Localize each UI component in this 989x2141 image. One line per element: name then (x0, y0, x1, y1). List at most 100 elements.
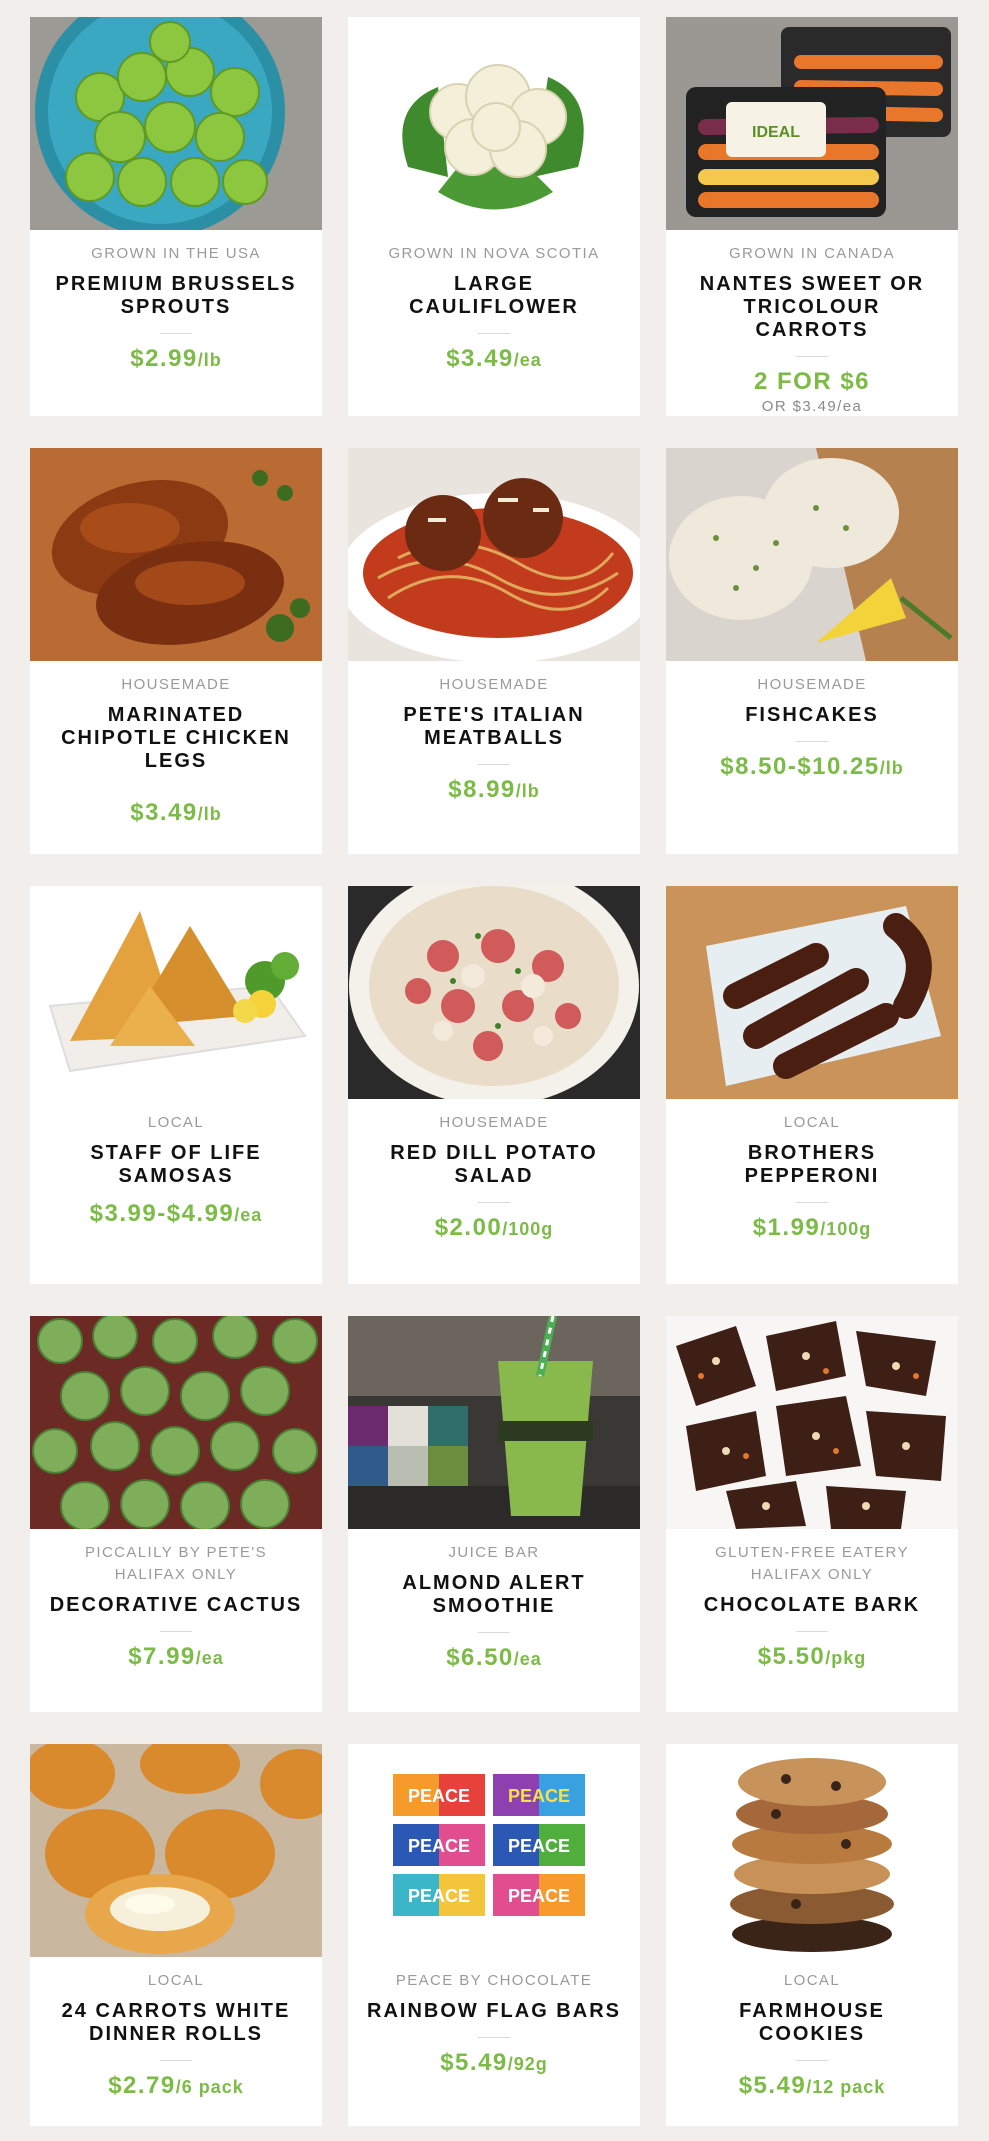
bar-label: PEACE (408, 1886, 470, 1906)
carrots-image: IDEAL (666, 17, 958, 230)
product-price: $3.49/ea (366, 344, 622, 375)
cactus-image (30, 1316, 322, 1529)
product-price: $2.00/100g (366, 1213, 622, 1244)
product-card-meatballs[interactable]: HOUSEMADE PETE'S ITALIAN MEATBALLS $8.99… (348, 448, 640, 854)
product-title[interactable]: LARGE CAULIFLOWER (366, 273, 622, 319)
price-unit: /100g (502, 1219, 554, 1239)
divider (796, 2060, 828, 2061)
price-amount: $3.49 (130, 799, 198, 826)
product-card-samosas[interactable]: LOCAL STAFF OF LIFE SAMOSAS $3.99-$4.99/… (30, 886, 322, 1284)
bar-label: PEACE (408, 1836, 470, 1856)
product-origin: PICCALILY BY PETE'S (84, 1544, 268, 1561)
product-origin: LOCAL (783, 1114, 841, 1131)
product-card-cookies[interactable]: LOCAL FARMHOUSE COOKIES $5.49/12 pack (666, 1744, 958, 2126)
price-unit: /lb (515, 781, 540, 801)
price-amount: $3.99-$4.99 (89, 1200, 235, 1227)
samosas-image (30, 886, 322, 1099)
bar-label: PEACE (508, 1836, 570, 1856)
product-title[interactable]: NANTES SWEET OR TRICOLOUR CARROTS (684, 273, 940, 342)
product-title[interactable]: BROTHERS PEPPERONI (684, 1142, 940, 1188)
product-card-brussels-sprouts[interactable]: GROWN IN THE USA PREMIUM BRUSSELS SPROUT… (30, 17, 322, 416)
price-amount: $7.99 (128, 1643, 196, 1670)
chocolate-bark-image (666, 1316, 958, 1529)
rainbow-bars-image: PEACE PEACE PEACE PEACE PEACE PEACE (348, 1744, 640, 1957)
product-origin: HOUSEMADE (439, 676, 549, 693)
price-unit: /100g (820, 1219, 872, 1239)
price-unit: /pkg (825, 1648, 867, 1668)
product-price: $3.49/lb (48, 798, 304, 829)
product-origin: LOCAL (147, 1114, 205, 1131)
price-amount: $2.00 (434, 1214, 503, 1241)
price-unit: /ea (195, 1648, 224, 1668)
price-unit: /lb (197, 804, 222, 824)
price-amount: $8.99 (448, 776, 516, 803)
product-card-pepperoni[interactable]: LOCAL BROTHERS PEPPERONI $1.99/100g (666, 886, 958, 1284)
alternate-price: OR $3.49/ea (761, 398, 863, 415)
product-card-chocolate-bark[interactable]: GLUTEN-FREE EATERY HALIFAX ONLY CHOCOLAT… (666, 1316, 958, 1712)
product-card-chicken-legs[interactable]: HOUSEMADE MARINATED CHIPOTLE CHICKEN LEG… (30, 448, 322, 854)
divider (796, 356, 828, 357)
cookies-image (666, 1744, 958, 1957)
product-title[interactable]: MARINATED CHIPOTLE CHICKEN LEGS (48, 704, 304, 773)
product-price: $5.50/pkg (684, 1642, 940, 1673)
product-card-rainbow-bars[interactable]: PEACE PEACE PEACE PEACE PEACE PEACE PEAC… (348, 1744, 640, 2126)
product-title[interactable]: RED DILL POTATO SALAD (366, 1142, 622, 1188)
chicken-legs-image (30, 448, 322, 661)
divider (796, 741, 828, 742)
product-price: $2.99/lb (48, 344, 304, 375)
product-price: $6.50/ea (366, 1643, 622, 1674)
product-price: $8.99/lb (366, 775, 622, 806)
brussels-sprouts-image (30, 17, 322, 230)
product-title[interactable]: ALMOND ALERT SMOOTHIE (366, 1572, 622, 1618)
product-title[interactable]: STAFF OF LIFE SAMOSAS (48, 1142, 304, 1188)
product-card-cactus[interactable]: PICCALILY BY PETE'S HALIFAX ONLY DECORAT… (30, 1316, 322, 1712)
price-unit: /lb (197, 350, 222, 370)
product-availability: HALIFAX ONLY (114, 1566, 238, 1583)
product-origin: GLUTEN-FREE EATERY (715, 1544, 909, 1561)
divider (478, 2037, 510, 2038)
product-title[interactable]: FARMHOUSE COOKIES (684, 2000, 940, 2046)
price-unit: /12 pack (806, 2077, 886, 2097)
product-grid: GROWN IN THE USA PREMIUM BRUSSELS SPROUT… (0, 0, 989, 2141)
carrot-package-label: IDEAL (752, 124, 800, 141)
price-unit: /lb (879, 758, 904, 778)
product-origin: GROWN IN CANADA (728, 245, 895, 262)
product-price: $2.79/6 pack (48, 2071, 304, 2102)
product-title[interactable]: 24 CARROTS WHITE DINNER ROLLS (48, 2000, 304, 2046)
product-card-smoothie[interactable]: JUICE BAR ALMOND ALERT SMOOTHIE $6.50/ea (348, 1316, 640, 1712)
product-origin: LOCAL (783, 1972, 841, 1989)
product-title[interactable]: FISHCAKES (684, 704, 940, 727)
cauliflower-image (348, 17, 640, 230)
product-card-potato-salad[interactable]: HOUSEMADE RED DILL POTATO SALAD $2.00/10… (348, 886, 640, 1284)
price-amount: $1.99 (752, 1214, 821, 1241)
product-title[interactable]: PETE'S ITALIAN MEATBALLS (366, 704, 622, 750)
product-title[interactable]: DECORATIVE CACTUS (48, 1594, 304, 1617)
product-card-dinner-rolls[interactable]: LOCAL 24 CARROTS WHITE DINNER ROLLS $2.7… (30, 1744, 322, 2126)
product-origin: HOUSEMADE (439, 1114, 549, 1131)
product-availability: HALIFAX ONLY (750, 1566, 874, 1583)
dinner-rolls-image (30, 1744, 322, 1957)
product-title[interactable]: CHOCOLATE BARK (684, 1594, 940, 1617)
product-card-cauliflower[interactable]: GROWN IN NOVA SCOTIA LARGE CAULIFLOWER $… (348, 17, 640, 416)
divider (160, 333, 192, 334)
product-price: $7.99/ea (48, 1642, 304, 1673)
price-amount: 2 FOR $6 (753, 368, 871, 395)
product-origin: HOUSEMADE (757, 676, 867, 693)
product-price: $5.49/12 pack (684, 2071, 940, 2102)
divider (160, 1631, 192, 1632)
product-origin: HOUSEMADE (121, 676, 231, 693)
product-title[interactable]: RAINBOW FLAG BARS (366, 2000, 622, 2023)
price-amount: $8.50-$10.25 (720, 753, 880, 780)
product-origin: GROWN IN NOVA SCOTIA (388, 245, 600, 262)
price-amount: $6.50 (446, 1644, 514, 1671)
price-amount: $3.49 (446, 345, 514, 372)
price-amount: $2.99 (130, 345, 198, 372)
product-card-fishcakes[interactable]: HOUSEMADE FISHCAKES $8.50-$10.25/lb (666, 448, 958, 854)
pepperoni-image (666, 886, 958, 1099)
price-unit: /ea (513, 350, 542, 370)
bar-label: PEACE (408, 1786, 470, 1806)
product-price: $3.99-$4.99/ea (48, 1199, 304, 1230)
product-title[interactable]: PREMIUM BRUSSELS SPROUTS (48, 273, 304, 319)
product-origin: GROWN IN THE USA (91, 245, 261, 262)
product-card-carrots[interactable]: IDEAL GROWN IN CANADA NANTES SWEET OR TR… (666, 17, 958, 416)
